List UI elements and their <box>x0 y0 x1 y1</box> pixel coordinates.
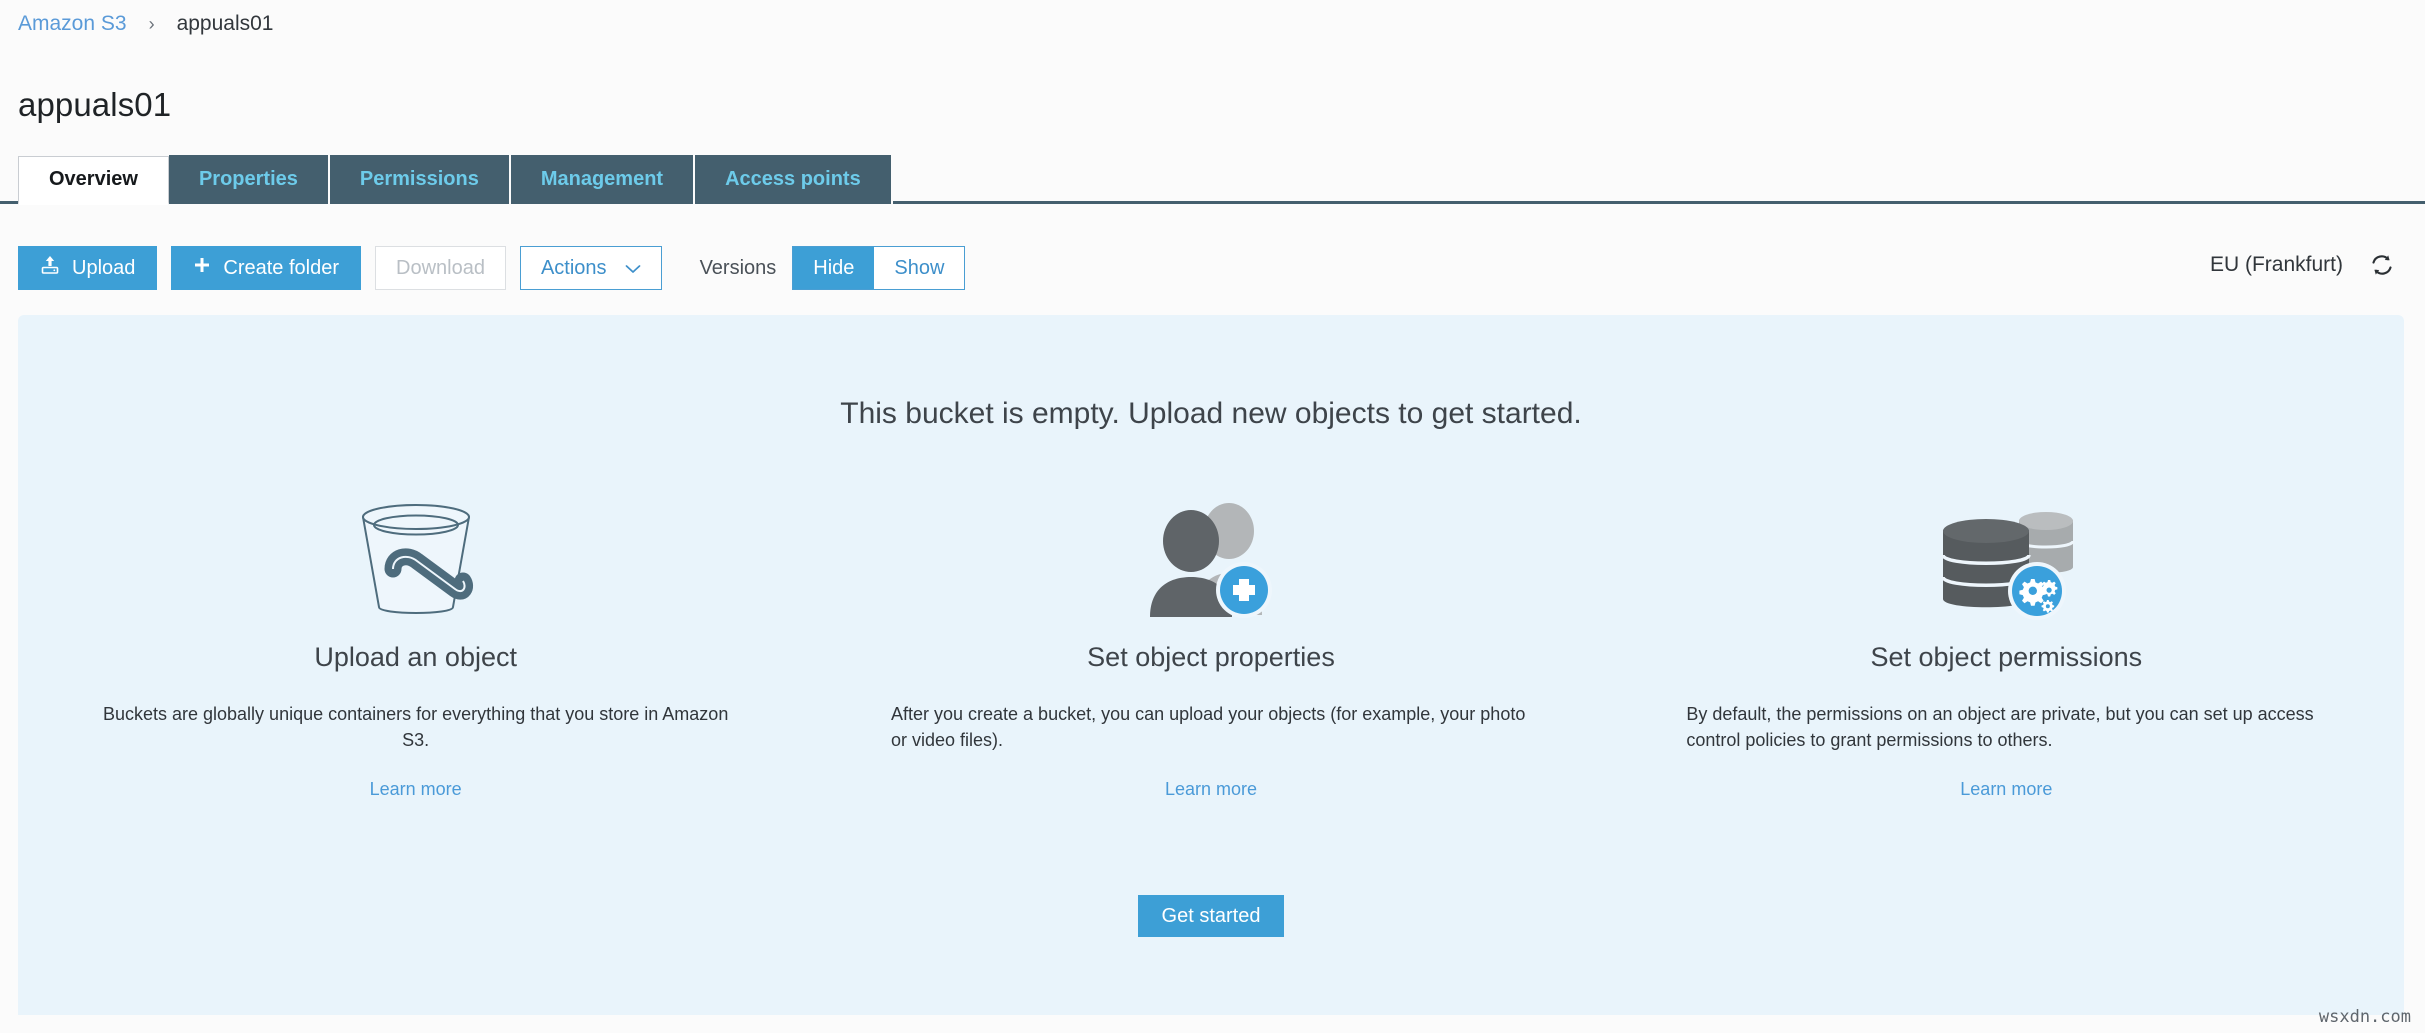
object-toolbar: Upload Create folder Download Actions <box>0 238 2425 298</box>
users-add-icon <box>1136 490 1286 620</box>
refresh-icon[interactable] <box>2369 252 2395 278</box>
breadcrumb-current-bucket: appuals01 <box>177 12 274 36</box>
region-label: EU (Frankfurt) <box>2210 253 2343 277</box>
tab-bar-left-pad <box>0 155 18 204</box>
plus-icon <box>193 256 211 280</box>
download-button-label: Download <box>396 257 485 280</box>
chevron-down-icon <box>625 257 641 280</box>
empty-state-headline: This bucket is empty. Upload new objects… <box>18 397 2404 431</box>
s3-bucket-overview-page: Amazon S3 › appuals01 appuals01 Overview… <box>0 0 2425 1033</box>
database-gear-icon <box>1931 490 2081 620</box>
watermark: wsxdn.com <box>2319 1007 2411 1027</box>
breadcrumb: Amazon S3 › appuals01 <box>18 11 273 37</box>
learn-more-link-permissions[interactable]: Learn more <box>1960 779 2052 800</box>
get-started-row: Get started <box>18 895 2404 937</box>
upload-button[interactable]: Upload <box>18 246 157 290</box>
breadcrumb-link-amazon-s3[interactable]: Amazon S3 <box>18 12 127 36</box>
create-folder-button-label: Create folder <box>223 257 339 280</box>
versions-label: Versions <box>700 257 777 280</box>
learn-more-link-upload[interactable]: Learn more <box>370 779 462 800</box>
tab-permissions[interactable]: Permissions <box>330 155 511 204</box>
column-body-upload: Buckets are globally unique containers f… <box>96 701 736 753</box>
actions-dropdown-button[interactable]: Actions <box>520 246 662 290</box>
versions-show-option[interactable]: Show <box>874 247 964 289</box>
page-title: appuals01 <box>18 86 171 124</box>
tab-access-points[interactable]: Access points <box>695 155 893 204</box>
empty-state-columns: Upload an object Buckets are globally un… <box>18 490 2404 800</box>
upload-button-label: Upload <box>72 257 135 280</box>
actions-dropdown-label: Actions <box>541 257 607 280</box>
empty-state-column-properties: Set object properties After you create a… <box>813 490 1608 800</box>
download-button: Download <box>375 246 506 290</box>
column-title-properties: Set object properties <box>1087 642 1335 673</box>
region-and-refresh: EU (Frankfurt) <box>2210 252 2395 278</box>
upload-icon <box>40 255 60 281</box>
column-title-permissions: Set object permissions <box>1871 642 2143 673</box>
column-body-properties: After you create a bucket, you can uploa… <box>891 701 1531 753</box>
breadcrumb-separator-icon: › <box>149 15 155 33</box>
column-body-permissions: By default, the permissions on an object… <box>1686 701 2326 753</box>
learn-more-link-properties[interactable]: Learn more <box>1165 779 1257 800</box>
tab-bar-fill <box>893 201 2425 204</box>
versions-hide-option[interactable]: Hide <box>793 247 874 289</box>
tab-properties[interactable]: Properties <box>169 155 330 204</box>
tab-management[interactable]: Management <box>511 155 695 204</box>
create-folder-button[interactable]: Create folder <box>171 246 361 290</box>
tab-overview[interactable]: Overview <box>18 156 169 205</box>
bucket-icon <box>341 490 491 620</box>
versions-toggle: Hide Show <box>792 246 965 290</box>
empty-state-column-permissions: Set object permissions By default, the p… <box>1609 490 2404 800</box>
tab-bar: Overview Properties Permissions Manageme… <box>0 152 2425 204</box>
column-title-upload: Upload an object <box>314 642 517 673</box>
empty-bucket-panel: This bucket is empty. Upload new objects… <box>18 315 2404 1015</box>
empty-state-column-upload: Upload an object Buckets are globally un… <box>18 490 813 800</box>
get-started-button[interactable]: Get started <box>1138 895 1285 937</box>
